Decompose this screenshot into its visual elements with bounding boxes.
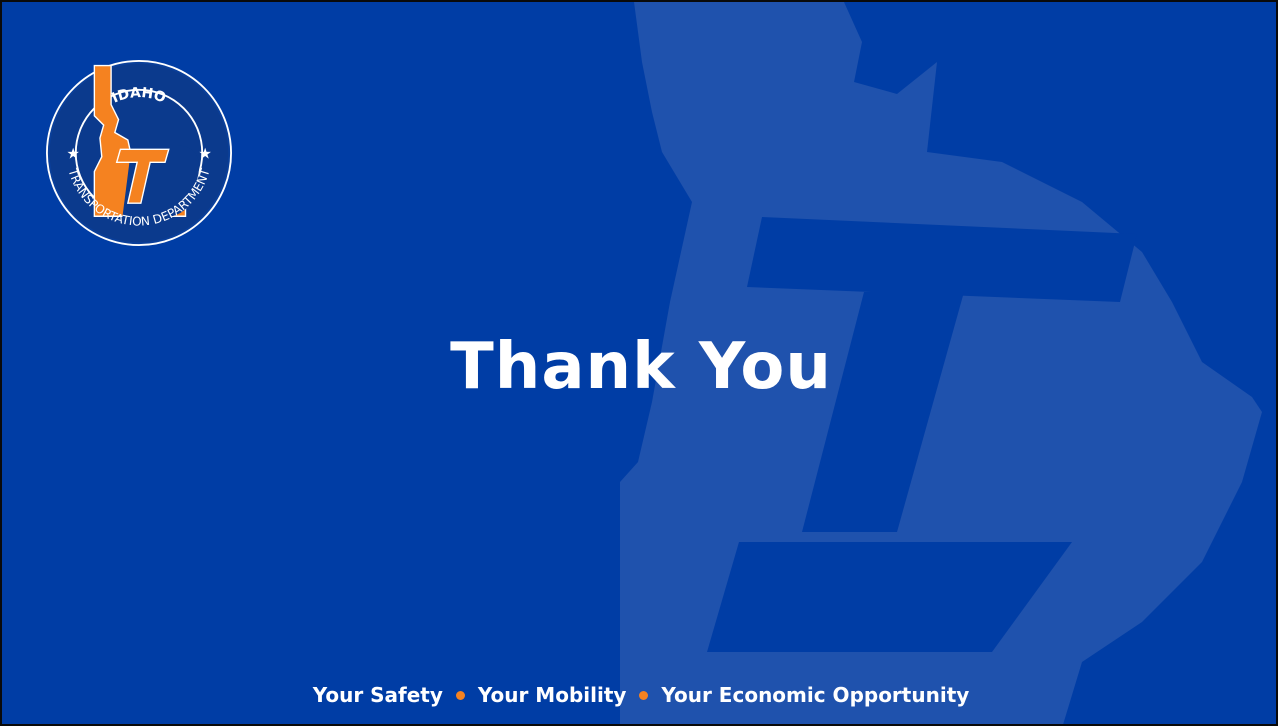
slide: ★ ★ IDAHO TRANSPORTATION DEPARTMENT Than… (0, 0, 1278, 726)
star-icon: ★ (199, 145, 212, 163)
tagline-economic-opportunity: Your Economic Opportunity (661, 683, 970, 707)
tagline: Your Safety Your Mobility Your Economic … (2, 683, 1276, 707)
bullet-dot-icon (455, 690, 465, 700)
itd-seal-logo: ★ ★ IDAHO TRANSPORTATION DEPARTMENT (46, 60, 232, 246)
bullet-dot-icon (639, 690, 649, 700)
slide-title: Thank You (450, 330, 832, 404)
star-icon: ★ (66, 145, 79, 163)
tagline-safety: Your Safety (312, 683, 443, 707)
tagline-mobility: Your Mobility (477, 683, 627, 707)
